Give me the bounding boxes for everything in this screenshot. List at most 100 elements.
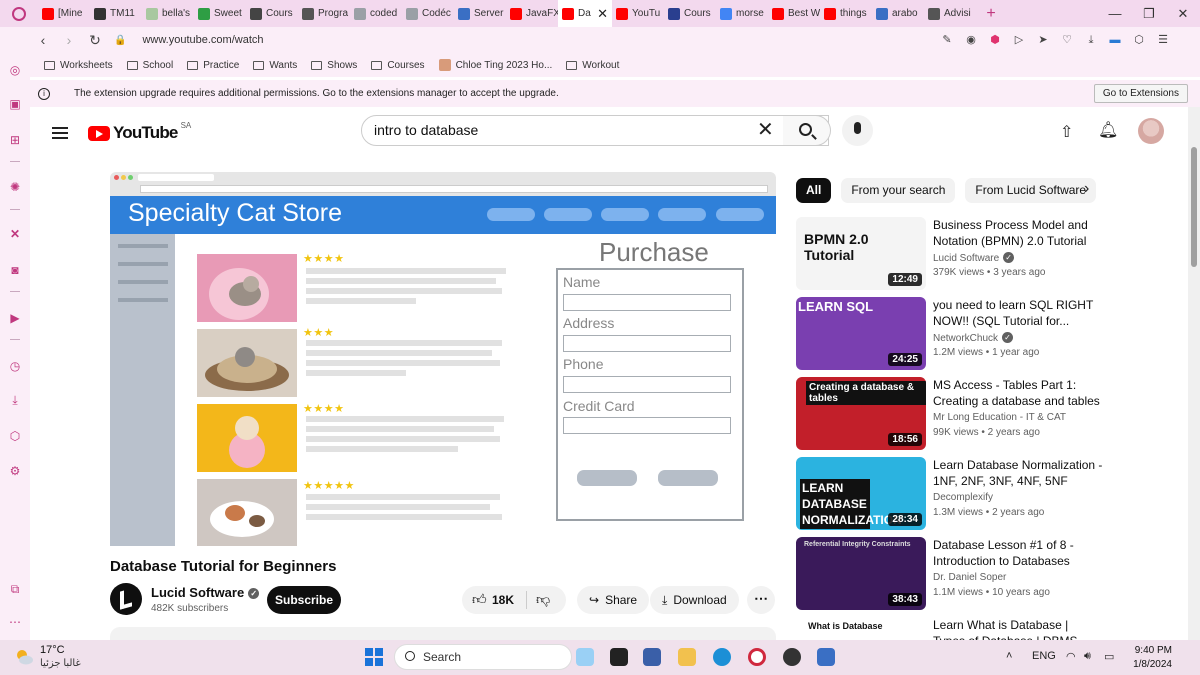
video-thumbnail[interactable]: LEARN SQL 24:25 (796, 297, 926, 370)
recommended-channel[interactable]: Decomplexify (933, 492, 993, 503)
tray-chevron-up-icon[interactable]: ˄ (1006, 650, 1012, 662)
extensions-icon[interactable]: ⬡ (8, 429, 22, 443)
wifi-icon[interactable]: ◠ (1066, 650, 1076, 663)
weather-description[interactable]: غالبا جزئيا (40, 658, 81, 669)
description-box[interactable] (110, 627, 776, 640)
recommended-video-title[interactable]: Learn Database Normalization - 1NF, 2NF,… (933, 457, 1103, 489)
bookmark-item[interactable]: Courses (371, 60, 425, 71)
taskbar-app-capcut-icon[interactable] (783, 648, 801, 666)
go-to-extensions-button[interactable]: Go to Extensions (1093, 84, 1188, 103)
weather-temperature[interactable]: 17°C (40, 644, 65, 656)
windows-start-icon[interactable] (365, 648, 383, 666)
recommended-channel[interactable]: Lucid Software ✓ (933, 252, 1015, 264)
edit-icon[interactable]: ✎ (940, 33, 954, 47)
like-thumb-up-icon[interactable]: 👍︎ (472, 591, 487, 608)
forward-icon[interactable]: › (56, 32, 82, 48)
browser-tab[interactable]: [Mine (38, 0, 90, 27)
browser-tab[interactable]: Da ✕ (558, 0, 612, 27)
channel-avatar[interactable] (110, 583, 142, 615)
chips-next-chevron-icon[interactable]: › (1084, 180, 1089, 198)
recommended-video[interactable]: Referential Integrity Constraints 38:43 Da… (796, 537, 1176, 610)
filter-chip[interactable]: From your search (841, 178, 956, 203)
opera-logo-icon[interactable] (0, 0, 38, 27)
bookmark-item[interactable]: Shows (311, 60, 357, 71)
browser-tab[interactable]: morse (716, 0, 768, 27)
browser-tab[interactable]: Sweet (194, 0, 246, 27)
close-tab-icon[interactable]: ✕ (597, 6, 608, 22)
share-upload-icon[interactable]: ⇧ (1060, 122, 1073, 142)
camera-icon[interactable]: ◉ (964, 33, 978, 47)
recommended-channel[interactable]: Mr Long Education - IT & CAT (933, 412, 1066, 423)
taskbar-app-opera-icon[interactable] (748, 648, 766, 666)
notifications-bell-icon[interactable]: 🔔︎ (1098, 120, 1118, 140)
weather-partly-cloudy-icon[interactable] (14, 648, 34, 666)
browser-tab[interactable]: YouTu (612, 0, 664, 27)
player-icon[interactable]: ▶ (8, 311, 22, 325)
reload-icon[interactable]: ↻ (82, 32, 108, 49)
recommended-video[interactable]: LEARN SQL 24:25 you need to learn SQL RIGH… (796, 297, 1176, 370)
video-thumbnail[interactable]: Referential Integrity Constraints 38:43 (796, 537, 926, 610)
share-button[interactable]: ↪ Share (577, 586, 650, 614)
more-actions-button[interactable]: ⋯ (747, 586, 775, 614)
browser-tab[interactable]: coded (350, 0, 402, 27)
video-thumbnail[interactable]: LEARN DATABASE NORMALIZATION 28:34 (796, 457, 926, 530)
back-icon[interactable]: ‹ (30, 32, 56, 48)
system-clock[interactable]: 9:40 PM 1/8/2024 (1133, 644, 1172, 672)
filter-chip[interactable]: From Lucid Software (965, 178, 1097, 203)
youtube-logo[interactable]: YouTube SA (88, 121, 191, 143)
recommended-video-title[interactable]: Database Lesson #1 of 8 - Introduction t… (933, 537, 1103, 569)
bookmark-item[interactable]: Chloe Ting 2023 Ho... (438, 59, 552, 71)
taskbar-search[interactable]: Search (394, 644, 572, 670)
battery-tray-icon[interactable]: ▭ (1104, 650, 1114, 663)
bookmark-item[interactable]: Practice (187, 60, 239, 71)
close-window-icon[interactable]: ✕ (1166, 0, 1200, 27)
cube-icon[interactable]: ⬡ (1132, 33, 1146, 47)
recommended-video-title[interactable]: Learn What is Database | Types of Databa… (933, 617, 1103, 640)
taskbar-app-terminal-icon[interactable] (610, 648, 628, 666)
minimize-icon[interactable]: — (1098, 0, 1132, 27)
browser-tab[interactable]: TM11 (90, 0, 142, 27)
voice-search-button[interactable] (842, 115, 873, 146)
browser-tab[interactable]: arabo (872, 0, 924, 27)
browser-tab[interactable]: Advisi (924, 0, 976, 27)
browser-tab[interactable]: Cours (246, 0, 298, 27)
history-icon[interactable]: ◷ (8, 359, 22, 373)
browser-tab[interactable]: bella's (142, 0, 194, 27)
settings-gear-icon[interactable]: ⚙ (8, 464, 22, 478)
battery-icon[interactable]: ▬ (1108, 33, 1122, 47)
wallet-icon[interactable]: ▣ (8, 97, 22, 111)
taskbar-app-notepad-icon[interactable] (817, 648, 835, 666)
dislike-thumb-down-icon[interactable]: 👎︎ (536, 591, 550, 608)
x-twitter-icon[interactable]: ✕ (8, 227, 22, 241)
hamburger-menu-icon[interactable] (52, 124, 68, 142)
video-player[interactable]: Specialty Cat Store ★★★★ ★★★ ★★★★ ★★★★★ (110, 172, 776, 546)
browser-tab[interactable]: Cours (664, 0, 716, 27)
like-count[interactable]: 18K (492, 593, 514, 607)
channel-name[interactable]: Lucid Software ✓ (151, 585, 260, 600)
recommended-video[interactable]: BPMN 2.0 Tutorial 12:49 Business Process M… (796, 217, 1176, 290)
language-indicator[interactable]: ENG (1032, 650, 1056, 662)
recommended-video-title[interactable]: MS Access - Tables Part 1: Creating a da… (933, 377, 1103, 409)
browser-tab[interactable]: Progra (298, 0, 350, 27)
maximize-icon[interactable]: ❐ (1132, 0, 1166, 27)
new-tab-plus-icon[interactable]: + (976, 5, 1006, 23)
recommended-video[interactable]: Creating a database & tables 18:56 MS Acce… (796, 377, 1176, 450)
search-button[interactable] (783, 115, 831, 146)
url-field[interactable]: www.youtube.com/watch (142, 34, 263, 46)
video-thumbnail[interactable]: What is Database (796, 617, 926, 637)
video-thumbnail[interactable]: Creating a database & tables 18:56 (796, 377, 926, 450)
recommended-video[interactable]: LEARN DATABASE NORMALIZATION 28:34 Learn D… (796, 457, 1176, 530)
clear-search-icon[interactable]: ✕ (757, 120, 774, 140)
discord-icon[interactable]: ◙ (8, 263, 22, 277)
taskbar-app-explorer-icon[interactable] (678, 648, 696, 666)
filter-chip[interactable]: All (796, 178, 832, 203)
recommended-video[interactable]: What is Database Learn What is Database |… (796, 617, 1176, 640)
bookmark-item[interactable]: Worksheets (44, 60, 113, 71)
recommended-channel[interactable]: NetworkChuck ✓ (933, 332, 1014, 344)
bookmark-item[interactable]: Workout (566, 60, 619, 71)
play-icon[interactable]: ▷ (1012, 33, 1026, 47)
page-scrollbar[interactable] (1188, 107, 1200, 640)
more-icon[interactable]: ⋯ (8, 615, 22, 629)
taskbar-app-edge-icon[interactable] (713, 648, 731, 666)
heart-icon[interactable]: ♡ (1060, 33, 1074, 47)
